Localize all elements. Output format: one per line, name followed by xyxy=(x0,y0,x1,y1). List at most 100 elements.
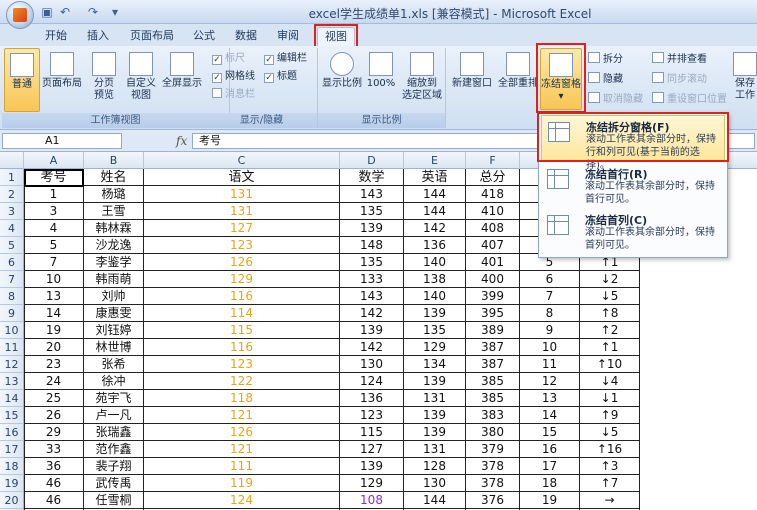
table-cell[interactable]: 9 xyxy=(520,322,580,339)
table-cell[interactable]: 123 xyxy=(144,356,340,373)
row-header[interactable]: 1 xyxy=(0,169,24,186)
table-cell[interactable]: 29 xyxy=(24,424,84,441)
table-cell[interactable]: 130 xyxy=(340,356,404,373)
tab-home[interactable]: 开始 xyxy=(38,27,74,46)
table-cell[interactable]: 129 xyxy=(404,339,466,356)
table-cell[interactable]: 林世博 xyxy=(84,339,144,356)
row-header[interactable]: 17 xyxy=(0,441,24,458)
table-cell[interactable]: 389 xyxy=(466,322,520,339)
column-header-e[interactable]: E xyxy=(404,152,466,169)
table-cell[interactable]: 124 xyxy=(144,492,340,509)
row-header[interactable]: 14 xyxy=(0,390,24,407)
table-cell[interactable]: 8 xyxy=(520,305,580,322)
tab-review[interactable]: 审阅 xyxy=(270,27,306,46)
table-cell[interactable]: 18 xyxy=(520,475,580,492)
table-cell[interactable]: 139 xyxy=(340,220,404,237)
table-cell[interactable]: 387 xyxy=(466,356,520,373)
message-bar-checkbox[interactable]: 消息栏 xyxy=(212,88,255,102)
table-cell[interactable]: 131 xyxy=(144,186,340,203)
row-header[interactable]: 18 xyxy=(0,458,24,475)
table-cell[interactable]: 134 xyxy=(404,356,466,373)
table-cell[interactable]: 142 xyxy=(340,339,404,356)
zoom-button[interactable]: 显示比例 xyxy=(320,48,364,112)
freeze-panes-button[interactable]: 冻结窗格 ▾ xyxy=(540,48,582,110)
table-cell[interactable]: 139 xyxy=(404,424,466,441)
table-cell[interactable]: 徐冲 xyxy=(84,373,144,390)
table-cell[interactable]: 119 xyxy=(144,475,340,492)
zoom-100-button[interactable]: 100% xyxy=(366,48,396,112)
row-header[interactable]: 3 xyxy=(0,203,24,220)
tab-insert[interactable]: 插入 xyxy=(80,27,116,46)
table-cell[interactable]: 10 xyxy=(24,271,84,288)
table-cell[interactable]: ↑9 xyxy=(580,407,640,424)
table-cell[interactable]: 19 xyxy=(520,492,580,509)
redo-icon[interactable]: ↷ xyxy=(86,5,100,19)
column-header-f[interactable]: F xyxy=(466,152,520,169)
table-cell[interactable]: 10 xyxy=(520,339,580,356)
table-cell[interactable]: 140 xyxy=(404,254,466,271)
column-header-c[interactable]: C xyxy=(144,152,340,169)
table-cell[interactable]: ↓4 xyxy=(580,373,640,390)
table-cell[interactable]: 138 xyxy=(404,271,466,288)
table-cell[interactable]: 418 xyxy=(466,186,520,203)
table-cell[interactable]: 139 xyxy=(404,305,466,322)
table-cell[interactable]: 410 xyxy=(466,203,520,220)
table-cell[interactable]: 14 xyxy=(520,407,580,424)
header-cell[interactable]: 英语 xyxy=(404,169,466,186)
fx-icon[interactable]: fx xyxy=(176,134,187,148)
table-cell[interactable]: 19 xyxy=(24,322,84,339)
formula-bar-checkbox[interactable]: ✓ 编辑栏 xyxy=(264,52,307,66)
tab-formulas[interactable]: 公式 xyxy=(186,27,222,46)
table-cell[interactable]: 387 xyxy=(466,339,520,356)
table-cell[interactable]: 379 xyxy=(466,441,520,458)
table-cell[interactable]: 128 xyxy=(404,458,466,475)
table-cell[interactable]: 121 xyxy=(144,407,340,424)
table-cell[interactable]: ↑2 xyxy=(580,322,640,339)
table-cell[interactable]: 139 xyxy=(404,407,466,424)
table-cell[interactable]: 121 xyxy=(144,441,340,458)
row-header[interactable]: 2 xyxy=(0,186,24,203)
table-cell[interactable]: ↑16 xyxy=(580,441,640,458)
table-cell[interactable]: 130 xyxy=(404,475,466,492)
reset-window-position-button[interactable]: 重设窗口位置 xyxy=(652,92,727,108)
split-button[interactable]: 拆分 xyxy=(588,52,623,68)
table-cell[interactable]: 46 xyxy=(24,492,84,509)
table-cell[interactable]: 116 xyxy=(144,339,340,356)
table-cell[interactable]: 123 xyxy=(144,237,340,254)
table-cell[interactable]: 131 xyxy=(404,390,466,407)
table-cell[interactable]: 7 xyxy=(520,288,580,305)
row-header[interactable]: 7 xyxy=(0,271,24,288)
table-cell[interactable]: 144 xyxy=(404,492,466,509)
headings-checkbox[interactable]: ✓ 标题 xyxy=(264,70,297,84)
table-cell[interactable]: 108 xyxy=(340,492,404,509)
save-workspace-button[interactable]: 保存 工作 xyxy=(732,48,757,112)
table-cell[interactable]: 144 xyxy=(404,203,466,220)
table-cell[interactable]: 33 xyxy=(24,441,84,458)
table-cell[interactable]: 401 xyxy=(466,254,520,271)
table-cell[interactable]: 131 xyxy=(404,441,466,458)
table-cell[interactable]: 127 xyxy=(340,441,404,458)
name-box[interactable]: A1 xyxy=(2,133,122,149)
table-cell[interactable]: 11 xyxy=(520,356,580,373)
table-cell[interactable]: 4 xyxy=(24,220,84,237)
column-header-a[interactable]: A xyxy=(24,152,84,169)
table-cell[interactable]: 15 xyxy=(520,424,580,441)
row-header[interactable]: 20 xyxy=(0,492,24,509)
unhide-button[interactable]: 取消隐藏 xyxy=(588,92,643,108)
new-window-button[interactable]: 新建窗口 xyxy=(450,48,494,112)
column-header-d[interactable]: D xyxy=(340,152,404,169)
table-cell[interactable]: 王雪 xyxy=(84,203,144,220)
table-cell[interactable]: 118 xyxy=(144,390,340,407)
table-cell[interactable]: ↑7 xyxy=(580,475,640,492)
table-cell[interactable]: 376 xyxy=(466,492,520,509)
table-cell[interactable]: 范作鑫 xyxy=(84,441,144,458)
table-cell[interactable]: 140 xyxy=(404,288,466,305)
table-cell[interactable]: 6 xyxy=(520,271,580,288)
custom-views-button[interactable]: 自定义 视图 xyxy=(124,48,158,112)
page-layout-view-button[interactable]: 页面布局 xyxy=(42,48,82,112)
table-cell[interactable]: 136 xyxy=(340,390,404,407)
full-screen-button[interactable]: 全屏显示 xyxy=(160,48,204,112)
row-header[interactable]: 12 xyxy=(0,356,24,373)
table-cell[interactable]: → xyxy=(580,492,640,509)
table-cell[interactable]: 148 xyxy=(340,237,404,254)
